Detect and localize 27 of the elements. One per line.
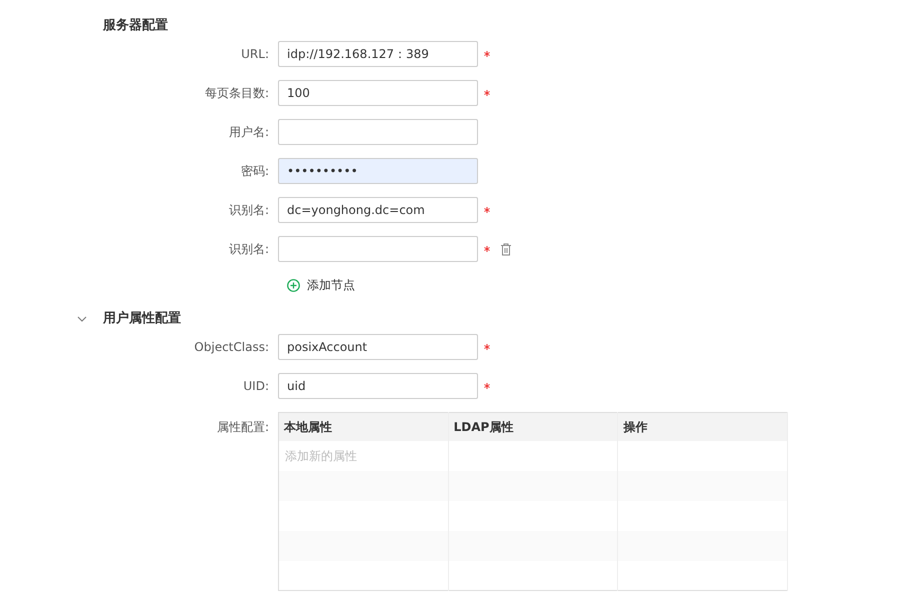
input-field[interactable]: 100 [278, 80, 478, 106]
input-field[interactable]: dc=yonghong.dc=com [278, 197, 478, 223]
field-label: 识别名: [228, 241, 270, 258]
plus-circle-icon [287, 278, 300, 292]
input-field[interactable]: posixAccount [278, 334, 478, 360]
add-node-link[interactable]: 添加节点 [287, 275, 897, 295]
field-label: 识别名: [228, 202, 270, 219]
field-label: 用户名: [228, 124, 270, 141]
field-label: 密码: [240, 163, 270, 180]
input-field[interactable]: idp://192.168.127：389 [278, 41, 478, 67]
section-title: 用户属性配置 [103, 310, 181, 328]
field-label: 属性配置: [216, 419, 270, 436]
field-label: 每页条目数: [204, 85, 270, 102]
input-field[interactable]: •••••••••• [278, 158, 478, 184]
placeholder-text: 添加新的属性 [285, 448, 357, 462]
field-label: ObjectClass: [193, 339, 270, 356]
chevron-icon[interactable] [77, 314, 87, 324]
column-header: 操作 [618, 412, 788, 440]
field-label: UID: [242, 378, 270, 395]
section-title: 服务器配置 [103, 17, 168, 36]
input-field[interactable] [278, 119, 478, 145]
column-header: 本地属性 [278, 412, 448, 440]
column-header: LDAP属性 [448, 412, 618, 440]
field-label: URL: [240, 46, 270, 63]
input-field[interactable]: uid [278, 373, 478, 399]
trash-icon[interactable] [500, 242, 512, 256]
input-field[interactable] [278, 236, 478, 262]
